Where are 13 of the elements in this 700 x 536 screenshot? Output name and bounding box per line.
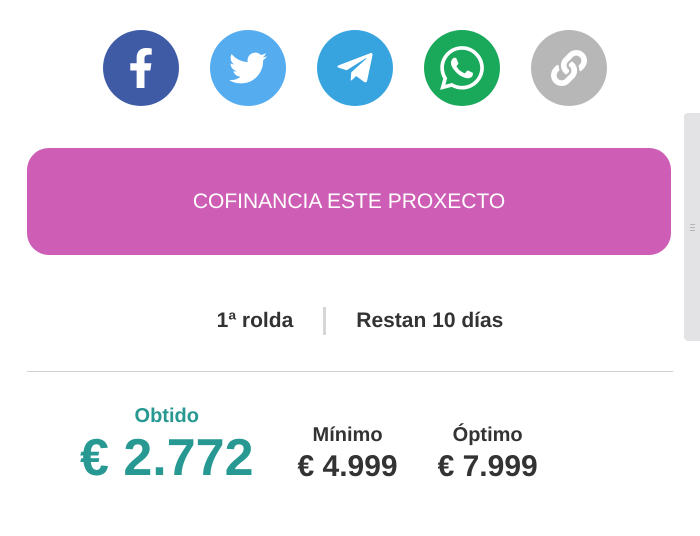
grip-icon (690, 223, 695, 231)
target-label: Óptimo (452, 425, 523, 445)
raised-label: Obtido (134, 406, 199, 426)
round-label: 1ª rolda (216, 308, 294, 334)
target-label: Mínimo (312, 425, 383, 445)
target-amount: € 7.999 (438, 452, 538, 482)
side-handle[interactable] (684, 113, 700, 341)
raised-amount: € 2.772 (80, 432, 254, 484)
cofinance-button[interactable]: COFINANCIA ESTE PROXECTO (27, 148, 671, 255)
phone-bubble-icon (437, 43, 487, 93)
link-icon (551, 50, 587, 86)
target-amount: € 4.999 (298, 452, 398, 482)
remaining-days: Restan 10 días (356, 305, 504, 337)
